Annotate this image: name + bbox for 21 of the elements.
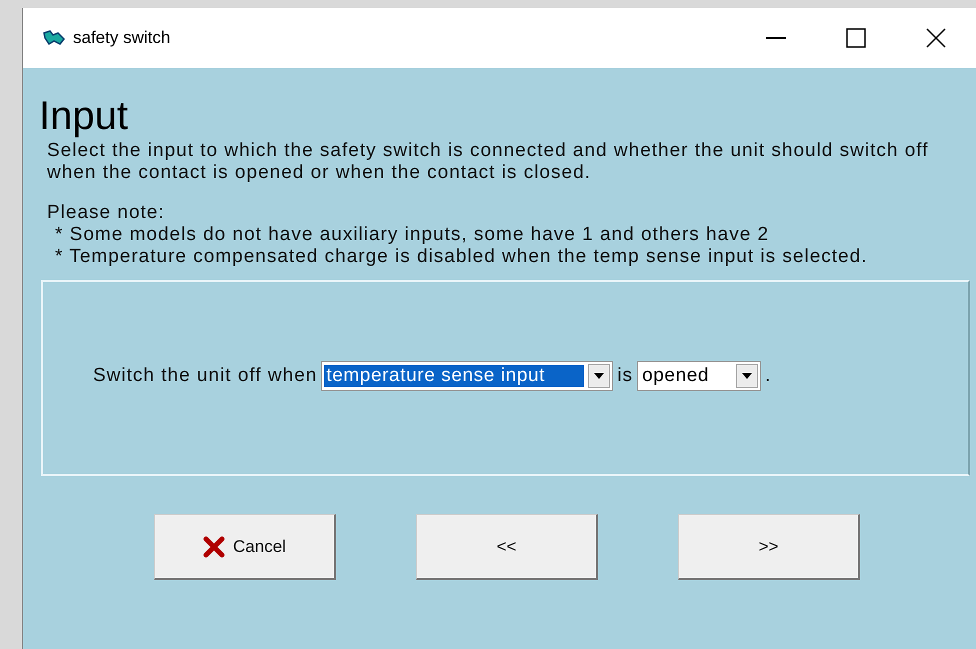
description-text: Select the input to which the safety switch is connected and whether the unit should switch off when the contact is opened or when the contact is closed.: [47, 140, 930, 184]
dropdown[interactable]: temperature sense input: [321, 361, 614, 391]
nav-button[interactable]: >>: [678, 514, 860, 580]
note-text: * Some models do not have auxiliary inputs, some have 1 and others have 2: [55, 224, 770, 246]
cancel-button[interactable]: Cancel: [154, 514, 336, 580]
page-heading: Input: [39, 96, 129, 136]
minimize-icon: [766, 37, 786, 39]
dropdown[interactable]: opened: [637, 361, 762, 391]
caret-icon: [736, 364, 758, 388]
note-title: Please note:: [47, 202, 166, 224]
note-text: * Temperature compensated charge is disabled when the temp sense input is selected.: [55, 246, 868, 268]
cross-icon: [203, 536, 226, 558]
window-title: safety switch: [73, 28, 172, 48]
app-icon: [43, 30, 65, 46]
maximize-icon: [846, 28, 866, 48]
sentence-text: is: [617, 365, 634, 387]
sentence-text: Switch the unit off when: [93, 365, 318, 387]
sentence-text: .: [765, 365, 772, 387]
nav-button[interactable]: <<: [416, 514, 598, 580]
close-icon: [926, 28, 946, 48]
caret-icon: [588, 364, 610, 388]
